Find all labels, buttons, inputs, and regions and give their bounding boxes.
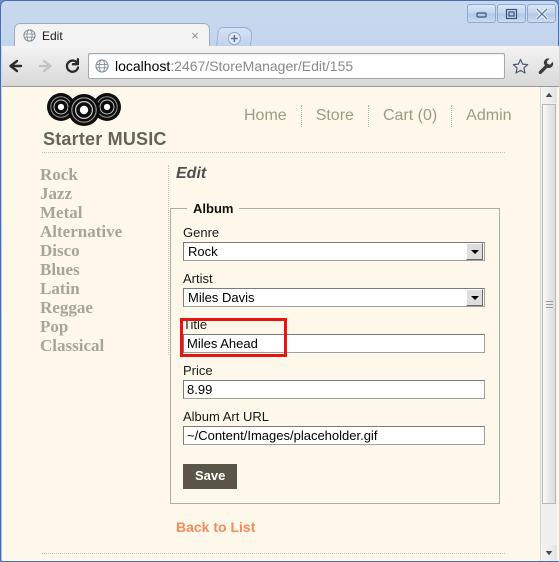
- page-title: Edit: [176, 165, 207, 182]
- tab-close-icon[interactable]: ×: [187, 28, 203, 44]
- album-art-input[interactable]: ~/Content/Images/placeholder.gif: [183, 426, 485, 445]
- tab-title: Edit: [42, 28, 63, 43]
- vinyl-records-logo[interactable]: [44, 91, 126, 127]
- url-path: :2467/StoreManager/Edit/155: [170, 58, 354, 74]
- title-field: Title Miles Ahead: [183, 316, 487, 353]
- url-text: localhost:2467/StoreManager/Edit/155: [115, 58, 504, 74]
- reload-button[interactable]: [58, 52, 86, 80]
- sidebar-item-rock[interactable]: Rock: [40, 165, 158, 184]
- genre-sidebar: Rock Jazz Metal Alternative Disco Blues …: [40, 165, 169, 355]
- footer-divider: [42, 553, 505, 554]
- web-page: Starter MUSIC Home Store Cart (0) Admin …: [2, 87, 543, 561]
- title-bar: Edit ×: [1, 1, 559, 48]
- artist-selected-value: Miles Davis: [188, 290, 255, 305]
- back-to-list-link[interactable]: Back to List: [176, 519, 255, 535]
- new-tab-button[interactable]: [215, 27, 254, 48]
- nav-item-store[interactable]: Store: [302, 107, 368, 125]
- nav-item-home[interactable]: Home: [230, 107, 301, 125]
- url-host: localhost: [115, 58, 171, 74]
- sidebar-item-latin[interactable]: Latin: [40, 279, 158, 298]
- sidebar-item-blues[interactable]: Blues: [40, 260, 158, 279]
- plus-icon: [227, 31, 241, 45]
- forward-button[interactable]: [30, 52, 58, 80]
- save-button[interactable]: Save: [183, 464, 238, 489]
- browser-window: Edit × localhost:2467/StoreManager/Edit/…: [0, 0, 559, 562]
- genre-label: Genre: [183, 225, 220, 240]
- site-title[interactable]: Starter MUSIC: [43, 129, 167, 150]
- header-divider: [42, 152, 505, 153]
- scrollbar-grip-icon: [545, 299, 553, 310]
- price-input[interactable]: 8.99: [183, 380, 485, 399]
- artist-field: Artist Miles Davis: [183, 270, 487, 307]
- address-bar[interactable]: localhost:2467/StoreManager/Edit/155: [88, 53, 505, 79]
- sidebar-item-metal[interactable]: Metal: [40, 203, 158, 222]
- album-art-label: Album Art URL: [183, 409, 269, 424]
- scrollbar-thumb[interactable]: [542, 104, 556, 504]
- title-label: Title: [183, 317, 208, 332]
- price-label: Price: [183, 363, 213, 378]
- maximize-button[interactable]: [497, 4, 526, 23]
- genre-select[interactable]: Rock: [183, 242, 485, 261]
- artist-label: Artist: [183, 271, 213, 286]
- sidebar-item-disco[interactable]: Disco: [40, 241, 158, 260]
- browser-toolbar: localhost:2467/StoreManager/Edit/155: [2, 46, 559, 87]
- fieldset-legend: Album: [193, 201, 234, 216]
- scroll-up-arrow-icon[interactable]: [541, 87, 557, 103]
- main-content: Edit Album Genre Rock Artist Miles Davis…: [170, 165, 510, 504]
- title-input[interactable]: Miles Ahead: [183, 334, 485, 353]
- sidebar-item-pop[interactable]: Pop: [40, 317, 158, 336]
- close-button[interactable]: [527, 4, 556, 23]
- page-viewport: Starter MUSIC Home Store Cart (0) Admin …: [2, 87, 559, 561]
- chevron-down-icon[interactable]: [466, 289, 483, 306]
- sidebar-item-classical[interactable]: Classical: [40, 336, 158, 355]
- sidebar-item-reggae[interactable]: Reggae: [40, 298, 158, 317]
- nav-item-cart[interactable]: Cart (0): [369, 107, 451, 125]
- globe-icon: [23, 29, 36, 42]
- bookmark-star-icon[interactable]: [507, 53, 533, 79]
- site-globe-icon: [95, 59, 109, 73]
- genre-selected-value: Rock: [188, 244, 218, 259]
- album-art-field: Album Art URL ~/Content/Images/placehold…: [183, 408, 487, 445]
- sidebar-item-jazz[interactable]: Jazz: [40, 184, 158, 203]
- window-controls: [466, 4, 556, 24]
- back-button[interactable]: [2, 52, 30, 80]
- price-field: Price 8.99: [183, 362, 487, 399]
- genre-field: Genre Rock: [183, 224, 487, 261]
- tab-strip: Edit ×: [11, 23, 551, 48]
- sidebar-item-alternative[interactable]: Alternative: [40, 222, 158, 241]
- chevron-down-icon[interactable]: [466, 243, 483, 260]
- artist-select[interactable]: Miles Davis: [183, 288, 485, 307]
- scroll-down-arrow-icon[interactable]: [541, 545, 557, 561]
- wrench-icon[interactable]: [533, 53, 559, 79]
- nav-item-admin[interactable]: Admin: [452, 107, 525, 125]
- album-fieldset: Album Genre Rock Artist Miles Davis Titl…: [170, 201, 500, 504]
- main-navigation: Home Store Cart (0) Admin: [230, 105, 526, 127]
- minimize-button[interactable]: [467, 4, 496, 23]
- browser-tab[interactable]: Edit ×: [14, 23, 210, 47]
- vertical-scrollbar[interactable]: [540, 87, 557, 561]
